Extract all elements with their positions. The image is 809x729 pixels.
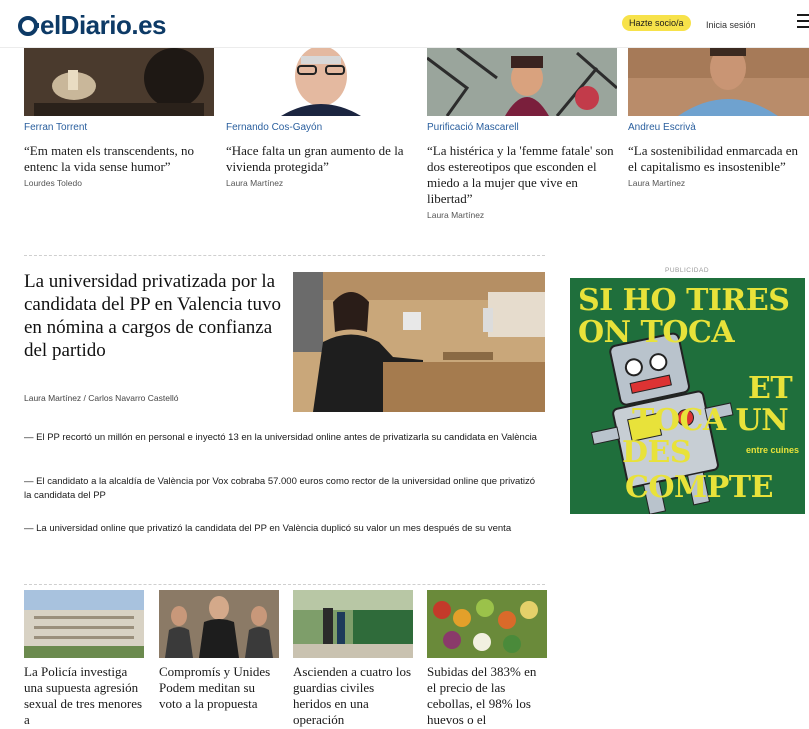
related-link[interactable]: — La universidad online que privatizó la… — [24, 522, 539, 536]
site-logo[interactable]: elDiario.es — [18, 10, 167, 41]
logo-text: elDiario.es — [40, 10, 167, 40]
news-headline[interactable]: La Policía investiga una supuesta agresi… — [24, 664, 144, 728]
ad-headline-line-5: DES — [622, 435, 692, 470]
main-byline: Laura Martínez / Carlos Navarro Castelló — [24, 393, 179, 403]
ad-brand-logo: entre cuines — [746, 445, 800, 455]
interview-quote[interactable]: “Em maten els transcendents, no entenc l… — [24, 143, 214, 175]
interview-byline: Laura Martínez — [628, 178, 686, 188]
interview-byline: Lourdes Toledo — [24, 178, 82, 188]
ad-headline-line-6: COMPTE — [625, 470, 773, 505]
interview-photo[interactable] — [226, 48, 416, 116]
interview-author[interactable]: Ferran Torrent — [24, 122, 214, 133]
ad-headline-line-1: SI HO TIRES — [578, 283, 790, 318]
ad-headline-line-3: ET — [748, 371, 793, 406]
section-divider — [24, 584, 545, 585]
site-header: elDiario.es Hazte socio/a Inicia sesión — [0, 0, 809, 48]
interview-author[interactable]: Fernando Cos-Gayón — [226, 122, 416, 133]
section-divider — [24, 255, 545, 256]
ad-headline-line-2: ON TOCA — [578, 315, 735, 350]
news-photo[interactable] — [24, 590, 144, 658]
interview-quote[interactable]: “La histérica y la 'femme fatale' son do… — [427, 143, 617, 207]
interview-byline: Laura Martínez — [226, 178, 284, 188]
news-photo[interactable] — [427, 590, 547, 658]
interview-author[interactable]: Andreu Escrivà — [628, 122, 809, 133]
advertisement[interactable]: SI HO TIRES ON TOCA ET TOCA UN DES COMPT… — [570, 278, 805, 514]
news-card[interactable]: Subidas del 383% en el precio de las ceb… — [427, 590, 547, 728]
news-photo[interactable] — [293, 590, 413, 658]
login-link[interactable]: Inicia sesión — [706, 20, 756, 30]
subscribe-button[interactable]: Hazte socio/a — [622, 15, 691, 31]
interview-card[interactable]: Andreu Escrivà “La sostenibilidad enmarc… — [628, 48, 809, 188]
interview-author[interactable]: Purificació Mascarell — [427, 122, 617, 133]
interview-photo[interactable] — [24, 48, 214, 116]
news-headline[interactable]: Compromís y Unides Podem meditan su voto… — [159, 664, 279, 712]
interview-quote[interactable]: “La sostenibilidad enmarcada en el capit… — [628, 143, 809, 175]
main-headline[interactable]: La universidad privatizada por la candid… — [24, 270, 286, 362]
interview-photo[interactable] — [427, 48, 617, 116]
related-link[interactable]: — El candidato a la alcaldía de València… — [24, 475, 539, 503]
news-headline[interactable]: Ascienden a cuatro los guardias civiles … — [293, 664, 413, 728]
logo-mark-icon — [18, 15, 39, 36]
hamburger-menu-icon[interactable] — [797, 14, 809, 28]
news-photo[interactable] — [159, 590, 279, 658]
interview-quote[interactable]: “Hace falta un gran aumento de la vivien… — [226, 143, 416, 175]
interview-byline: Laura Martínez — [427, 210, 485, 220]
ad-label: PUBLICIDAD — [665, 267, 710, 274]
interview-card[interactable]: Purificació Mascarell “La histérica y la… — [427, 48, 617, 220]
interview-card[interactable]: Fernando Cos-Gayón “Hace falta un gran a… — [226, 48, 416, 188]
interview-photo[interactable] — [628, 48, 809, 116]
related-link[interactable]: — El PP recortó un millón en personal e … — [24, 431, 539, 445]
news-headline[interactable]: Subidas del 383% en el precio de las ceb… — [427, 664, 547, 728]
news-card[interactable]: La Policía investiga una supuesta agresi… — [24, 590, 144, 728]
news-card[interactable]: Compromís y Unides Podem meditan su voto… — [159, 590, 279, 712]
main-story-photo[interactable] — [293, 272, 545, 412]
ad-headline-line-4: TOCA UN — [632, 403, 789, 438]
news-card[interactable]: Ascienden a cuatro los guardias civiles … — [293, 590, 413, 728]
interview-card[interactable]: Ferran Torrent “Em maten els transcenden… — [24, 48, 214, 188]
